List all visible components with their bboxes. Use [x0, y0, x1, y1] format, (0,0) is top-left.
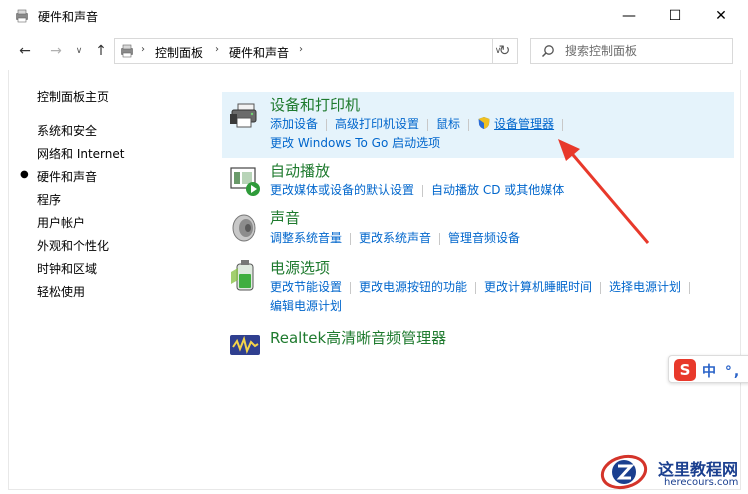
sidebar-item-ease-of-access[interactable]: 轻松使用	[37, 283, 85, 300]
breadcrumb-control-panel[interactable]: 控制面板	[155, 44, 203, 61]
realtek-audio-icon	[230, 335, 260, 355]
category-links-row2-devices-printers: 更改 Windows To Go 启动选项	[270, 134, 440, 151]
link-power-saving[interactable]: 更改节能设置	[270, 278, 342, 295]
link-change-system-sounds[interactable]: 更改系统声音	[359, 229, 431, 246]
sogou-ime-icon: S	[674, 359, 696, 381]
search-input[interactable]	[565, 42, 725, 60]
link-separator	[326, 118, 328, 131]
ime-mode-text: 中 °,	[702, 364, 742, 380]
link-separator	[468, 118, 470, 131]
sidebar-item-network[interactable]: 网络和 Internet	[37, 145, 124, 162]
category-title-power[interactable]: 电源选项	[270, 257, 330, 278]
link-adjust-volume[interactable]: 调整系统音量	[270, 229, 342, 246]
navigation-bar: ← → ∨ ↑ › 控制面板 › 硬件和声音 › ∨ ↻	[0, 34, 748, 68]
link-power-button[interactable]: 更改电源按钮的功能	[359, 278, 467, 295]
sidebar-item-home[interactable]: 控制面板主页	[37, 88, 109, 105]
red-annotation-arrow-icon	[558, 139, 650, 244]
breadcrumb-separator: ›	[141, 44, 145, 55]
sidebar-item-programs[interactable]: 程序	[37, 191, 61, 208]
link-advanced-printer-setup[interactable]: 高级打印机设置	[335, 115, 419, 132]
breadcrumb-separator: ›	[215, 44, 219, 55]
link-separator	[350, 281, 352, 294]
refresh-button[interactable]: ↻	[492, 39, 516, 63]
sidebar-item-clock-region[interactable]: 时钟和区域	[37, 260, 97, 277]
category-realtek: Realtek高清晰音频管理器	[222, 325, 734, 359]
title-bar: 硬件和声音 — ☐ ✕	[0, 0, 748, 32]
link-windows-to-go[interactable]: 更改 Windows To Go 启动选项	[270, 134, 440, 151]
sidebar-item-hardware-sound[interactable]: 硬件和声音	[37, 168, 97, 185]
control-panel-icon	[121, 44, 133, 58]
forward-button[interactable]: →	[45, 40, 67, 62]
link-change-media-defaults[interactable]: 更改媒体或设备的默认设置	[270, 181, 414, 198]
link-separator	[475, 281, 477, 294]
printer-icon	[230, 103, 257, 128]
link-device-manager[interactable]: 设备管理器	[494, 115, 554, 132]
watermark: 这里教程网 herecours.com	[598, 450, 748, 494]
ime-indicator[interactable]: S 中 °,	[668, 355, 748, 383]
link-separator	[600, 281, 602, 294]
battery-icon	[231, 260, 254, 291]
link-autoplay-cd[interactable]: 自动播放 CD 或其他媒体	[431, 181, 564, 198]
category-links-autoplay: 更改媒体或设备的默认设置 自动播放 CD 或其他媒体	[270, 181, 564, 198]
link-separator	[350, 232, 352, 245]
category-power: 电源选项 更改节能设置 更改电源按钮的功能 更改计算机睡眠时间 选择电源计划 编辑电源…	[222, 256, 734, 318]
category-title-realtek[interactable]: Realtek高清晰音频管理器	[270, 327, 446, 348]
speaker-icon	[232, 214, 256, 242]
category-links-devices-printers: 添加设备 高级打印机设置 鼠标 设备管理器	[270, 115, 571, 132]
autoplay-icon	[230, 167, 260, 196]
category-title-devices-printers[interactable]: 设备和打印机	[270, 94, 360, 115]
link-separator	[427, 118, 429, 131]
recent-locations-button[interactable]: ∨	[72, 40, 86, 62]
sidebar-item-system-security[interactable]: 系统和安全	[37, 122, 97, 139]
link-choose-power-plan[interactable]: 选择电源计划	[609, 278, 681, 295]
address-bar[interactable]: › 控制面板 › 硬件和声音 › ∨	[114, 38, 518, 64]
minimize-button[interactable]: —	[606, 0, 652, 32]
link-edit-power-plan[interactable]: 编辑电源计划	[270, 297, 342, 314]
link-sleep-time[interactable]: 更改计算机睡眠时间	[484, 278, 592, 295]
window-title: 硬件和声音	[38, 10, 99, 24]
category-title-sound[interactable]: 声音	[270, 207, 300, 228]
category-title-autoplay[interactable]: 自动播放	[270, 160, 330, 181]
uac-shield-icon	[478, 117, 490, 129]
link-separator	[422, 184, 424, 197]
category-links-sound: 调整系统音量 更改系统声音 管理音频设备	[270, 229, 520, 246]
back-button[interactable]: ←	[14, 40, 36, 62]
search-icon	[541, 45, 554, 58]
link-mouse[interactable]: 鼠标	[436, 115, 460, 132]
sidebar-item-appearance[interactable]: 外观和个性化	[37, 237, 109, 254]
close-button[interactable]: ✕	[698, 0, 744, 32]
link-separator	[689, 281, 691, 294]
maximize-button[interactable]: ☐	[652, 0, 698, 32]
control-panel-hardware-icon	[16, 9, 28, 23]
link-add-device[interactable]: 添加设备	[270, 115, 318, 132]
category-links-row2-power: 编辑电源计划	[270, 297, 342, 314]
up-button[interactable]: ↑	[90, 40, 112, 62]
watermark-url: herecours.com	[664, 477, 739, 488]
breadcrumb-separator: ›	[299, 44, 303, 55]
sidebar-item-user-accounts[interactable]: 用户帐户	[37, 214, 85, 231]
link-manage-audio-devices[interactable]: 管理音频设备	[448, 229, 520, 246]
link-separator	[562, 118, 564, 131]
category-links-power: 更改节能设置 更改电源按钮的功能 更改计算机睡眠时间 选择电源计划	[270, 278, 698, 295]
breadcrumb-hardware-sound[interactable]: 硬件和声音	[229, 44, 289, 61]
link-separator	[439, 232, 441, 245]
search-box[interactable]	[530, 38, 733, 64]
active-bullet-icon: ●	[20, 169, 29, 180]
watermark-logo-icon	[600, 454, 648, 490]
